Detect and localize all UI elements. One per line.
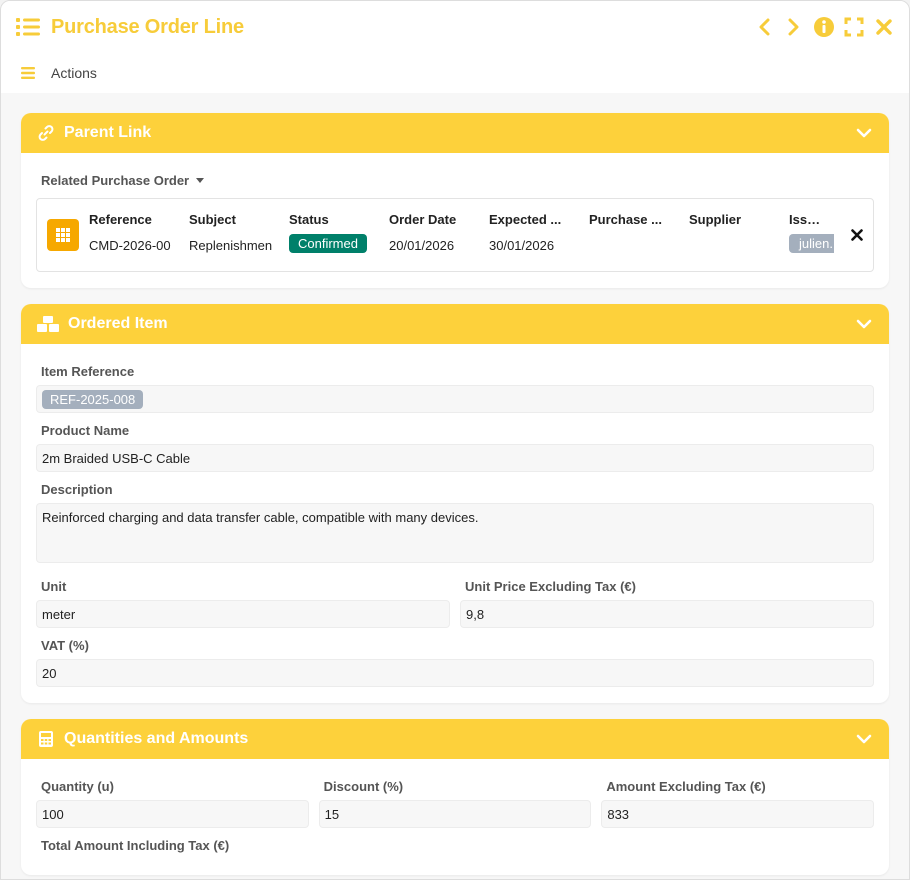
menu-icon	[21, 67, 35, 79]
grid-icon	[47, 219, 79, 251]
value-order-date: 20/01/2026	[389, 238, 455, 253]
vat-label: VAT (%)	[41, 638, 89, 653]
unit-label: Unit	[41, 579, 67, 594]
value-expected: 30/01/2026	[489, 238, 555, 253]
item-reference-label: Item Reference	[41, 364, 135, 379]
value-reference: CMD-2026-00	[89, 238, 171, 253]
column-issuer: Issuer julien.	[789, 212, 834, 258]
parent-link-panel: Parent Link Related Purchase Order Refer…	[21, 113, 889, 288]
purchase-order-line-window: Purchase Order Line Actions Parent Link …	[0, 0, 910, 880]
unit-price-label: Unit Price Excluding Tax (€)	[465, 579, 636, 594]
quantity-field[interactable]: 100	[36, 800, 309, 828]
window-controls	[753, 16, 895, 38]
fullscreen-button[interactable]	[843, 16, 865, 38]
quantities-title: Quantities and Amounts	[64, 730, 249, 747]
header-expected: Expected ...	[489, 212, 562, 227]
chevron-down-icon[interactable]	[855, 124, 873, 142]
header-order-date: Order Date	[389, 212, 457, 227]
quantities-header[interactable]: Quantities and Amounts	[21, 719, 889, 759]
header-purchase: Purchase ...	[589, 212, 662, 227]
caret-down-icon	[196, 177, 205, 183]
column-reference: Reference CMD-2026-00	[89, 212, 189, 258]
discount-field[interactable]: 15	[318, 800, 592, 828]
column-subject: Subject Replenishmen	[189, 212, 289, 258]
window-title: Purchase Order Line	[51, 15, 244, 38]
parent-link-title: Parent Link	[64, 124, 152, 141]
column-expected: Expected ... 30/01/2026	[489, 212, 589, 258]
actions-menu-label[interactable]: Actions	[51, 65, 97, 81]
value-issuer-cell: julien.	[789, 234, 834, 258]
item-reference-field[interactable]: REF-2025-008	[36, 385, 874, 413]
info-button[interactable]	[813, 16, 835, 38]
chevron-right-icon	[788, 18, 799, 36]
value-supplier	[689, 238, 789, 258]
status-badge: Confirmed	[289, 234, 367, 253]
previous-button[interactable]	[753, 16, 775, 38]
ordered-item-header[interactable]: Ordered Item	[21, 304, 889, 344]
expand-icon	[844, 17, 864, 37]
chevron-down-icon[interactable]	[855, 315, 873, 333]
related-purchase-order-label: Related Purchase Order	[41, 173, 190, 188]
item-reference-tag: REF-2025-008	[42, 389, 144, 409]
column-order-date: Order Date 20/01/2026	[389, 212, 489, 258]
calculator-icon	[37, 730, 55, 748]
boxes-icon	[37, 315, 59, 333]
description-label: Description	[41, 482, 113, 497]
close-icon	[851, 229, 863, 241]
form-content: Parent Link Related Purchase Order Refer…	[1, 93, 909, 875]
close-button[interactable]	[873, 16, 895, 38]
unit-price-field[interactable]: 9,8	[460, 600, 874, 628]
header-issuer: Issuer	[789, 212, 828, 227]
value-status-cell: Confirmed	[289, 234, 389, 258]
product-name-field[interactable]: 2m Braided USB-C Cable	[36, 444, 874, 472]
related-purchase-order-card[interactable]: Reference CMD-2026-00 Subject Replenishm…	[36, 198, 874, 272]
title-bar: Purchase Order Line	[1, 1, 909, 53]
list-icon	[16, 18, 40, 36]
header-subject: Subject	[189, 212, 236, 227]
product-name-label: Product Name	[41, 423, 130, 438]
related-order-columns: Reference CMD-2026-00 Subject Replenishm…	[89, 212, 834, 258]
header-status: Status	[289, 212, 329, 227]
column-supplier: Supplier	[689, 212, 789, 258]
vat-field[interactable]: 20	[36, 659, 874, 687]
related-purchase-order-dropdown[interactable]: Related Purchase Order	[41, 173, 874, 188]
value-subject: Replenishmen	[189, 238, 273, 253]
amount-excl-tax-field[interactable]: 833	[601, 800, 875, 828]
link-icon	[37, 124, 55, 142]
unit-field[interactable]: meter	[36, 600, 450, 628]
ordered-item-panel: Ordered Item Item Reference REF-2025-008…	[21, 304, 889, 703]
parent-link-header[interactable]: Parent Link	[21, 113, 889, 153]
ordered-item-title: Ordered Item	[68, 315, 168, 332]
close-icon	[876, 19, 892, 35]
description-field[interactable]: Reinforced charging and data transfer ca…	[36, 503, 874, 563]
chevron-left-icon	[759, 18, 770, 36]
amount-excl-tax-label: Amount Excluding Tax (€)	[606, 779, 766, 794]
quantities-panel: Quantities and Amounts Quantity (u) 100 …	[21, 719, 889, 875]
next-button[interactable]	[783, 16, 805, 38]
info-icon	[814, 17, 834, 37]
actions-bar[interactable]: Actions	[1, 53, 909, 93]
value-purchase	[589, 238, 689, 258]
header-reference: Reference	[89, 212, 152, 227]
chevron-down-icon[interactable]	[855, 730, 873, 748]
remove-link-button[interactable]	[849, 227, 865, 243]
discount-label: Discount (%)	[323, 779, 404, 794]
total-incl-tax-label: Total Amount Including Tax (€)	[41, 838, 230, 853]
column-purchase: Purchase ...	[589, 212, 689, 258]
issuer-tag: julien.	[789, 234, 834, 253]
quantity-label: Quantity (u)	[41, 779, 114, 794]
column-status: Status Confirmed	[289, 212, 389, 258]
header-supplier: Supplier	[689, 212, 742, 227]
